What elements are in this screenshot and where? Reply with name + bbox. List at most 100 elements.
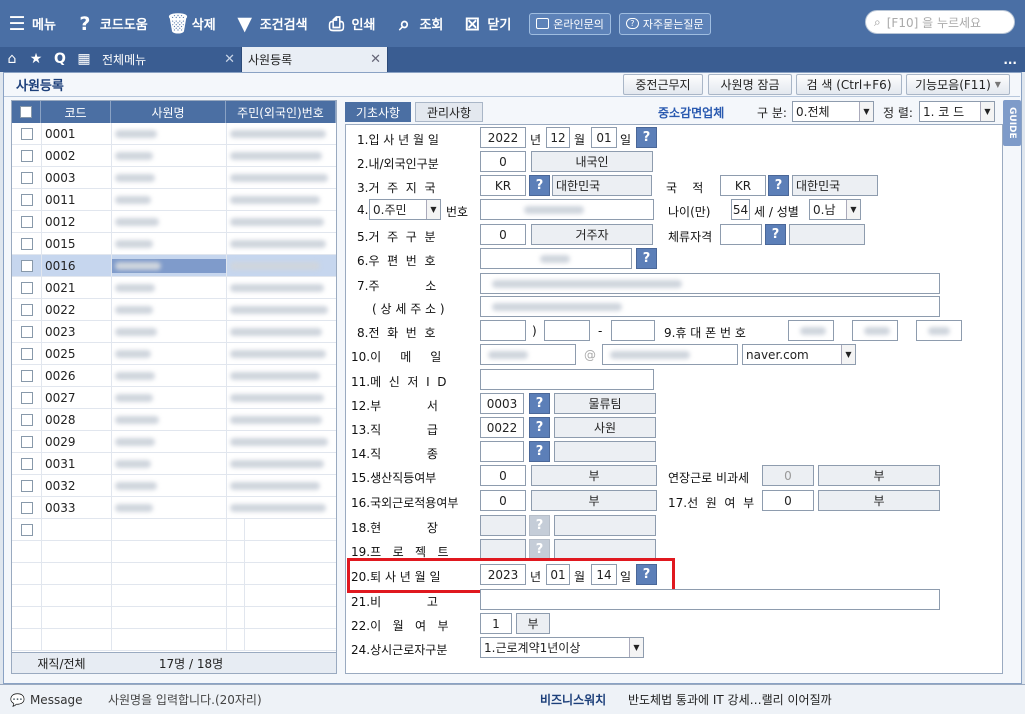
- email-domain-input[interactable]: [602, 344, 738, 365]
- row-checkbox[interactable]: [12, 391, 41, 404]
- tab-all-menu[interactable]: 전체메뉴 ✕: [96, 47, 242, 72]
- code-help-button[interactable]: ? 코드도움: [74, 13, 147, 35]
- guide-button[interactable]: GUIDE: [1003, 100, 1021, 146]
- row-checkbox[interactable]: [12, 215, 41, 228]
- column-header-resident-number[interactable]: 주민(외국인)번호: [226, 101, 336, 123]
- table-row[interactable]: 0012: [12, 211, 336, 233]
- row-checkbox[interactable]: [12, 303, 41, 316]
- close-button[interactable]: ⊠ 닫기: [461, 13, 511, 35]
- site-code[interactable]: [480, 515, 526, 536]
- visa-status-help-button[interactable]: ?: [765, 224, 786, 245]
- job-type-help-button[interactable]: ?: [529, 441, 550, 462]
- table-row[interactable]: 0011: [12, 189, 336, 211]
- table-row[interactable]: 0025: [12, 343, 336, 365]
- table-row[interactable]: 0028: [12, 409, 336, 431]
- address-input[interactable]: [480, 273, 940, 294]
- row-checkbox[interactable]: [12, 193, 41, 206]
- residence-country-help-button[interactable]: ?: [529, 175, 550, 196]
- empty-row[interactable]: [12, 563, 336, 585]
- close-icon[interactable]: ✕: [370, 52, 381, 67]
- id-number-input[interactable]: [480, 199, 654, 220]
- table-row[interactable]: 0027: [12, 387, 336, 409]
- row-checkbox[interactable]: [12, 325, 41, 338]
- nationality-type-code[interactable]: 0: [480, 151, 526, 172]
- functions-button[interactable]: 기능모음(F11) ▼: [906, 74, 1010, 95]
- table-row[interactable]: 0016: [12, 255, 336, 277]
- online-inquiry-button[interactable]: 온라인문의: [529, 12, 611, 35]
- global-search-input[interactable]: ⌕ [F10] 을 누르세요: [865, 10, 1015, 34]
- production-worker-code[interactable]: 0: [480, 465, 526, 486]
- nationality-code[interactable]: KR: [720, 175, 766, 196]
- overseas-work-code[interactable]: 0: [480, 490, 526, 511]
- table-row[interactable]: 0002: [12, 145, 336, 167]
- email-domain-select[interactable]: naver.com ▼: [742, 344, 856, 365]
- calendar-icon[interactable]: ▦: [72, 47, 96, 72]
- employee-name-lock-button[interactable]: 사원명 잠금: [708, 74, 792, 95]
- id-type-select[interactable]: 0.주민 ▼: [369, 199, 441, 220]
- table-row[interactable]: 0023: [12, 321, 336, 343]
- close-icon[interactable]: ✕: [224, 52, 235, 67]
- column-header-name[interactable]: 사원명: [111, 101, 226, 123]
- row-checkbox[interactable]: [12, 347, 41, 360]
- mobile-1-input[interactable]: [788, 320, 834, 341]
- phone-prefix-input[interactable]: [544, 320, 590, 341]
- home-icon[interactable]: ⌂: [0, 47, 24, 72]
- address-detail-input[interactable]: [480, 296, 940, 317]
- table-row[interactable]: 0022: [12, 299, 336, 321]
- table-row[interactable]: 0033: [12, 497, 336, 519]
- mobile-2-input[interactable]: [852, 320, 898, 341]
- sort-order-select[interactable]: 1. 코 드 ▼: [919, 101, 995, 122]
- menu-button[interactable]: ☰ 메뉴: [6, 13, 55, 35]
- messenger-id-input[interactable]: [480, 369, 654, 390]
- previous-workplace-button[interactable]: 중전근무지: [623, 74, 703, 95]
- rank-code[interactable]: 0022: [480, 417, 524, 438]
- faq-button[interactable]: ? 자주묻는질문: [618, 12, 711, 35]
- overtime-tax-free-code[interactable]: 0: [762, 465, 814, 486]
- row-checkbox[interactable]: [12, 369, 41, 382]
- table-row[interactable]: 0026: [12, 365, 336, 387]
- visa-status-input[interactable]: [720, 224, 762, 245]
- nationality-help-button[interactable]: ?: [768, 175, 789, 196]
- row-checkbox[interactable]: [12, 479, 41, 492]
- phone-area-input[interactable]: [480, 320, 526, 341]
- remarks-input[interactable]: [480, 589, 940, 610]
- hire-month-input[interactable]: 12: [546, 127, 570, 148]
- select-all-checkbox[interactable]: [12, 101, 41, 123]
- site-help-button[interactable]: ?: [529, 515, 550, 536]
- empty-row[interactable]: [12, 629, 336, 651]
- tab-employee-registration[interactable]: 사원등록 ✕: [242, 47, 388, 72]
- delete-button[interactable]: 🗑 삭제: [166, 13, 216, 35]
- row-checkbox[interactable]: [12, 523, 41, 536]
- row-checkbox[interactable]: [12, 149, 41, 162]
- gender-select[interactable]: 0.남 ▼: [809, 199, 861, 220]
- carryover-code[interactable]: 1: [480, 613, 512, 634]
- tab-basic-info[interactable]: 기초사항: [345, 102, 411, 122]
- project-help-button[interactable]: ?: [529, 539, 550, 560]
- table-row[interactable]: 0029: [12, 431, 336, 453]
- row-checkbox[interactable]: [12, 281, 41, 294]
- column-header-code[interactable]: 코드: [41, 101, 111, 123]
- table-row[interactable]: 0001: [12, 123, 336, 145]
- row-checkbox[interactable]: [12, 435, 41, 448]
- empty-row[interactable]: [12, 607, 336, 629]
- rank-help-button[interactable]: ?: [529, 417, 550, 438]
- news-headline-link[interactable]: 반도체법 통과에 IT 강세…랠리 이어질까: [628, 691, 832, 708]
- hire-day-input[interactable]: 01: [591, 127, 617, 148]
- print-button[interactable]: ⎙ 인쇄: [326, 13, 376, 35]
- more-tabs-button[interactable]: ...: [1003, 53, 1017, 67]
- regular-worker-type-select[interactable]: 1.근로계약1년이상 ▼: [480, 637, 644, 658]
- row-checkbox[interactable]: [12, 457, 41, 470]
- row-checkbox[interactable]: [12, 171, 41, 184]
- table-row[interactable]: 0032: [12, 475, 336, 497]
- table-row[interactable]: 0021: [12, 277, 336, 299]
- email-id-input[interactable]: [480, 344, 576, 365]
- row-checkbox[interactable]: [12, 413, 41, 426]
- hire-year-input[interactable]: 2022: [480, 127, 526, 148]
- seafarer-code[interactable]: 0: [762, 490, 814, 511]
- condition-search-button[interactable]: ▼ 조건검색: [234, 13, 307, 35]
- department-help-button[interactable]: ?: [529, 393, 550, 414]
- postal-code-help-button[interactable]: ?: [636, 248, 657, 269]
- row-checkbox[interactable]: [12, 501, 41, 514]
- table-row[interactable]: 0003: [12, 167, 336, 189]
- phone-suffix-input[interactable]: [611, 320, 655, 341]
